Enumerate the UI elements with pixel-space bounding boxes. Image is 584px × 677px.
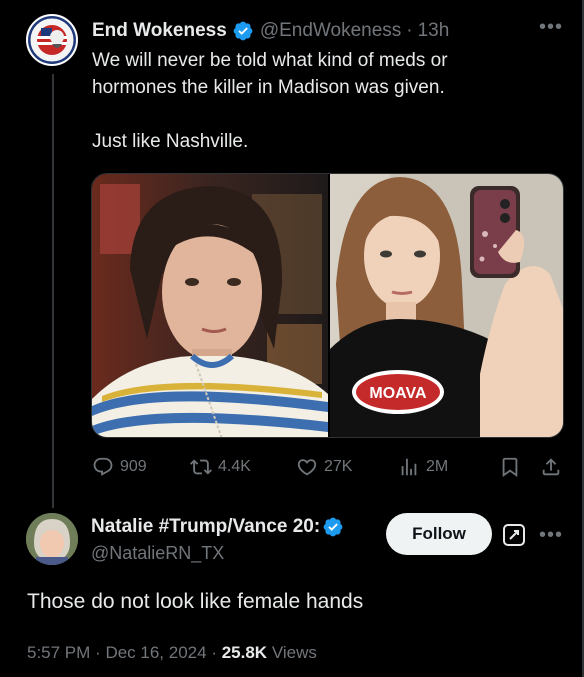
tweet-text: We will never be told what kind of meds … [92, 47, 562, 155]
author-display-name[interactable]: End Wokeness [92, 20, 227, 42]
like-button[interactable]: 27K [296, 456, 352, 478]
like-icon [297, 459, 317, 476]
shirt-graphic: MOAVA [352, 370, 444, 414]
share-icon [542, 458, 560, 476]
reply-author-header: Natalie #Trump/Vance 20: [91, 516, 350, 538]
reply-meta: 5:57 PM · Dec 16, 2024 · 25.8K Views [27, 643, 317, 662]
author-handle[interactable]: @EndWokeness [260, 20, 401, 42]
repost-button[interactable]: 4.4K [190, 456, 251, 478]
like-count: 27K [324, 458, 353, 475]
reply-more-icon[interactable]: ••• [539, 524, 563, 547]
left-photo[interactable] [92, 174, 328, 437]
tweet-text-line-2: hormones the killer in Madison was given… [92, 77, 445, 98]
right-photo[interactable]: MOAVA [330, 174, 563, 437]
reply-button[interactable]: 909 [92, 456, 147, 478]
follow-button[interactable]: Follow [386, 513, 492, 555]
end-wokeness-avatar[interactable] [26, 14, 78, 66]
tweet-media[interactable]: MOAVA [91, 173, 564, 438]
grok-icon[interactable] [503, 524, 525, 546]
thread-connector-line [52, 74, 54, 508]
reply-count: 909 [120, 458, 147, 475]
reply-views-count: 25.8K [221, 643, 268, 662]
reply-time[interactable]: 5:57 PM [27, 643, 90, 662]
verified-badge-icon [323, 517, 343, 537]
tweet-timestamp[interactable]: 13h [418, 20, 450, 42]
more-icon[interactable]: ••• [539, 16, 563, 39]
reply-author-handle[interactable]: @NatalieRN_TX [91, 543, 224, 564]
views-icon [401, 458, 417, 476]
tweet-text-line-1: We will never be told what kind of meds … [92, 50, 448, 71]
repost-count: 4.4K [218, 458, 251, 475]
verified-badge-icon [233, 21, 253, 41]
reply-views-label: Views [271, 643, 317, 662]
tweet-text-line-3: Just like Nashville. [92, 131, 249, 152]
bookmark-button[interactable] [499, 456, 527, 478]
repost-icon [190, 459, 212, 475]
shirt-text: MOAVA [369, 385, 427, 402]
tweet-action-bar: 909 4.4K 27K 2M [92, 456, 564, 480]
reply-text: Those do not look like female hands [27, 590, 364, 613]
header-separator: · [406, 20, 413, 41]
views-button[interactable]: 2M [398, 456, 448, 478]
reply-icon [93, 457, 113, 476]
reply-date[interactable]: Dec 16, 2024 [105, 643, 206, 662]
share-button[interactable] [540, 456, 568, 478]
tweet-header: End Wokeness @EndWokeness · 13h [92, 20, 449, 42]
views-count: 2M [426, 458, 449, 475]
natalie-avatar[interactable] [26, 513, 78, 565]
bookmark-icon [502, 457, 518, 478]
reply-display-name[interactable]: Natalie #Trump/Vance 20: [91, 516, 320, 538]
